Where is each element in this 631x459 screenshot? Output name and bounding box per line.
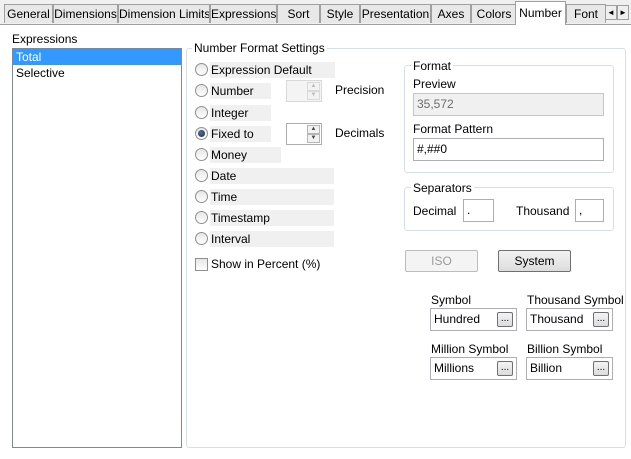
billion-symbol-value: Billion bbox=[530, 361, 563, 375]
decimals-spinner[interactable]: ▲ ▼ bbox=[286, 123, 322, 145]
radio-timestamp[interactable] bbox=[195, 211, 208, 224]
radio-number[interactable] bbox=[195, 84, 208, 97]
million-symbol-label: Million Symbol bbox=[431, 342, 509, 356]
option-label: Timestamp bbox=[210, 210, 334, 226]
decimals-up-icon[interactable]: ▲ bbox=[307, 125, 320, 134]
decimals-label: Decimals bbox=[335, 126, 385, 140]
symbol-value: Hundred bbox=[434, 312, 481, 326]
tab-number[interactable]: Number bbox=[515, 1, 566, 25]
option-label: Fixed to bbox=[210, 126, 271, 142]
number-format-group-title: Number Format Settings bbox=[192, 41, 327, 55]
tab-scroll-left-icon[interactable]: ◄ bbox=[605, 5, 617, 20]
million-symbol-field[interactable]: Millions ... bbox=[430, 357, 517, 380]
tab-colors[interactable]: Colors bbox=[471, 4, 517, 23]
tab-bar: General Dimensions Dimension Limits Expr… bbox=[0, 0, 631, 25]
decimal-separator-input[interactable]: . bbox=[463, 199, 494, 222]
tab-expressions[interactable]: Expressions bbox=[210, 4, 277, 23]
format-pattern-input[interactable]: #,##0 bbox=[413, 138, 604, 161]
thousand-separator-label: Thousand bbox=[516, 204, 570, 218]
expression-item-total[interactable]: Total bbox=[13, 49, 181, 65]
expression-item-selective[interactable]: Selective bbox=[13, 65, 181, 81]
thousand-symbol-field[interactable]: Thousand ... bbox=[526, 308, 613, 331]
tab-presentation[interactable]: Presentation bbox=[360, 4, 431, 23]
tab-axes[interactable]: Axes bbox=[431, 4, 471, 23]
radio-money[interactable] bbox=[195, 148, 208, 161]
format-group-title: Format bbox=[411, 59, 454, 73]
radio-fixed-to[interactable] bbox=[195, 127, 208, 140]
option-label: Integer bbox=[210, 105, 271, 121]
precision-up-icon[interactable]: ▲ bbox=[307, 82, 320, 91]
show-in-percent-label: Show in Percent (%) bbox=[211, 257, 321, 271]
format-pattern-label: Format Pattern bbox=[413, 122, 494, 136]
precision-down-icon[interactable]: ▼ bbox=[307, 91, 320, 100]
thousand-symbol-value: Thousand bbox=[530, 312, 584, 326]
million-symbol-value: Millions bbox=[434, 361, 475, 375]
show-in-percent-checkbox[interactable] bbox=[195, 258, 208, 271]
tab-sort[interactable]: Sort bbox=[277, 4, 320, 23]
system-button[interactable]: System bbox=[498, 250, 571, 272]
tab-style[interactable]: Style bbox=[320, 4, 360, 23]
billion-symbol-ellipsis-button[interactable]: ... bbox=[593, 361, 609, 376]
precision-label: Precision bbox=[335, 83, 385, 97]
symbol-label: Symbol bbox=[431, 293, 472, 307]
iso-button[interactable]: ISO bbox=[405, 250, 478, 272]
radio-time[interactable] bbox=[195, 190, 208, 203]
radio-expression-default[interactable] bbox=[195, 63, 208, 76]
decimal-separator-label: Decimal bbox=[413, 204, 457, 218]
tab-font[interactable]: Font bbox=[566, 4, 606, 23]
option-label: Date bbox=[210, 168, 334, 184]
preview-label: Preview bbox=[413, 77, 456, 91]
radio-interval[interactable] bbox=[195, 232, 208, 245]
thousand-symbol-ellipsis-button[interactable]: ... bbox=[593, 312, 609, 327]
tab-general[interactable]: General bbox=[4, 4, 53, 23]
separators-group-title: Separators bbox=[411, 181, 474, 195]
radio-integer[interactable] bbox=[195, 106, 208, 119]
decimals-down-icon[interactable]: ▼ bbox=[307, 134, 320, 143]
symbol-ellipsis-button[interactable]: ... bbox=[497, 312, 513, 327]
billion-symbol-field[interactable]: Billion ... bbox=[526, 357, 613, 380]
thousand-symbol-label: Thousand Symbol bbox=[527, 293, 624, 307]
tab-dimension-limits[interactable]: Dimension Limits bbox=[118, 4, 210, 23]
million-symbol-ellipsis-button[interactable]: ... bbox=[497, 361, 513, 376]
thousand-separator-input[interactable]: , bbox=[575, 199, 604, 222]
expressions-list[interactable]: Total Selective bbox=[12, 48, 182, 448]
option-label: Expression Default bbox=[210, 62, 335, 78]
option-label: Money bbox=[210, 147, 281, 163]
preview-field: 35,572 bbox=[413, 93, 604, 116]
symbol-field[interactable]: Hundred ... bbox=[430, 308, 517, 331]
option-label: Interval bbox=[210, 231, 334, 247]
option-label: Time bbox=[210, 189, 334, 205]
precision-spinner[interactable]: ▲ ▼ bbox=[286, 80, 322, 102]
radio-date[interactable] bbox=[195, 169, 208, 182]
tab-dimensions[interactable]: Dimensions bbox=[53, 4, 118, 23]
option-label: Number bbox=[210, 83, 271, 99]
expressions-heading: Expressions bbox=[12, 32, 78, 46]
billion-symbol-label: Billion Symbol bbox=[527, 342, 603, 356]
tab-scroll-right-icon[interactable]: ► bbox=[617, 5, 629, 20]
